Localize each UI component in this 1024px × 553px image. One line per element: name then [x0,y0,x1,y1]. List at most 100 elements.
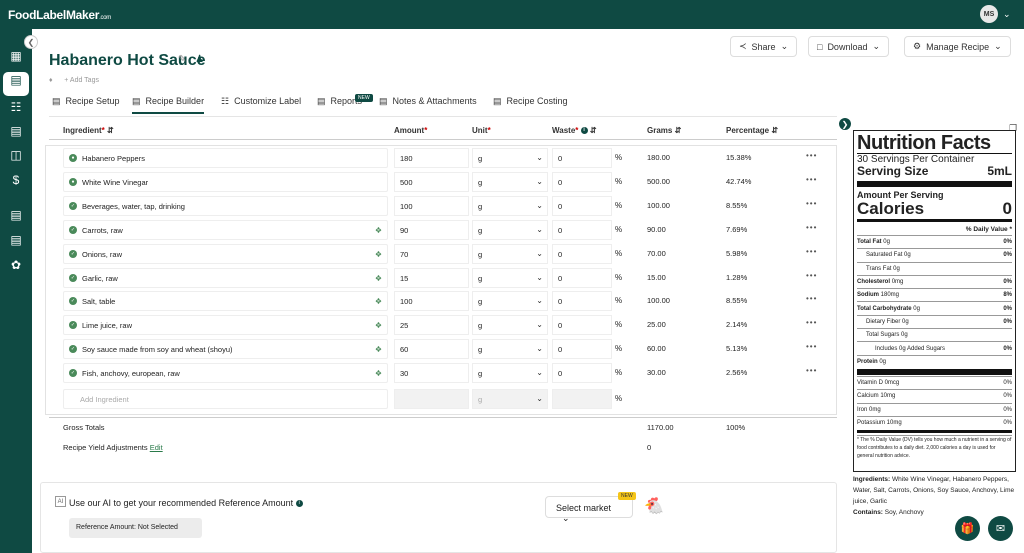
amount-input[interactable]: 90 [394,220,469,240]
download-button[interactable]: □ Download ⌄ [808,36,890,57]
unit-select[interactable]: g ⌄ [472,196,548,216]
amount-input[interactable]: 15 [394,268,469,288]
waste-input[interactable]: 0 [552,363,612,383]
unit-select[interactable]: g ⌄ [472,339,548,359]
ingredient-name: Onions, raw [82,249,123,259]
waste-input[interactable]: 0 [552,315,612,335]
tag-icon[interactable]: ❖ [375,274,382,283]
more-options-icon[interactable]: ••• [806,199,817,208]
more-options-icon[interactable]: ••• [806,223,817,232]
ingredient-name-field[interactable]: ✓ Onions, raw ❖ [63,244,388,264]
tag-icon[interactable]: ❖ [375,345,382,354]
dashboard-icon[interactable]: ▦ [8,48,24,64]
recipe-icon[interactable]: ▤ [3,72,29,96]
amount-input[interactable]: 25 [394,315,469,335]
ingredient-name-field[interactable]: ✓ Soy sauce made from soy and wheat (shoy… [63,339,388,359]
tag-icon[interactable]: ❖ [375,250,382,259]
tag-icon[interactable]: ❖ [375,321,382,330]
unit-select[interactable]: g ⌄ [472,268,548,288]
edit-icon[interactable]: ✎ [178,54,186,65]
waste-input[interactable]: 0 [552,148,612,168]
expand-panel-button[interactable]: ❯ [839,118,851,130]
ingredient-name: Soy sauce made from soy and wheat (shoyu… [82,344,233,354]
col-waste: Waste* i ⇵ [552,126,597,135]
amount-input[interactable]: 60 [394,339,469,359]
waste-input[interactable]: 0 [552,268,612,288]
col-grams[interactable]: Grams ⇵ [647,126,681,135]
unit-select[interactable]: g ⌄ [472,315,548,335]
waste-input[interactable]: 0 [552,196,612,216]
yield-edit-link[interactable]: Edit [150,443,163,452]
tag-icon[interactable]: ❖ [375,226,382,235]
more-options-icon[interactable]: ••• [806,294,817,303]
calendar-icon[interactable]: ☷ [8,99,24,115]
unit-select[interactable]: g ⌄ [472,172,548,192]
gift-button[interactable]: 🎁 [955,516,980,541]
info-icon[interactable]: i [295,500,303,508]
ingredient-name-field[interactable]: ✓ Garlic, raw ❖ [63,268,388,288]
waste-input[interactable]: 0 [552,291,612,311]
amount-input[interactable]: 30 [394,363,469,383]
amount-input[interactable]: 70 [394,244,469,264]
people-icon[interactable]: ♟ [195,54,204,65]
logo[interactable]: FoodLabelMaker.com [8,8,111,22]
grams-value: 100.00 [647,201,670,210]
ingredient-name-field[interactable]: ✓ Salt, table ❖ [63,291,388,311]
ingredient-search-input[interactable]: Add Ingredient [63,389,388,409]
amount-input[interactable]: 100 [394,196,469,216]
ingredient-name-field[interactable]: ✓ Lime juice, raw ❖ [63,315,388,335]
avatar[interactable]: MS [980,5,998,23]
more-options-icon[interactable]: ••• [806,247,817,256]
ingredient-name-field[interactable]: ✓ Fish, anchovy, european, raw ❖ [63,363,388,383]
amount-input[interactable]: 100 [394,291,469,311]
nf-vitamin-row: Calcium 10mg 0% [857,389,1012,402]
tag-icon[interactable]: ❖ [375,369,382,378]
nf-vitamin-row: Iron 0mg 0% [857,402,1012,416]
waste-input[interactable]: 0 [552,220,612,240]
collapse-sidebar-button[interactable]: ❮ [24,35,38,49]
manage-recipe-button[interactable]: ⚙ Manage Recipe ⌄ [904,36,1011,57]
tab-recipe-costing[interactable]: ▤ Recipe Costing [493,96,568,107]
waste-input[interactable]: 0 [552,172,612,192]
nf-rule-medium [857,430,1012,434]
nf-row: Sodium 180mg 8% [857,288,1012,301]
tab-recipe-builder[interactable]: ▤ Recipe Builder [132,96,205,114]
ingredient-name-field[interactable]: ✓ Beverages, water, tap, drinking [63,196,388,216]
unit-select[interactable]: g ⌄ [472,148,548,168]
more-options-icon[interactable]: ••• [806,366,817,375]
new-unit-select[interactable]: g ⌄ [472,389,548,409]
tab-customize-label[interactable]: ☷ Customize Label [221,96,301,107]
col-percentage[interactable]: Percentage ⇵ [726,126,778,135]
ingredient-name-field[interactable]: ● White Wine Vinegar [63,172,388,192]
more-options-icon[interactable]: ••• [806,151,817,160]
more-options-icon[interactable]: ••• [806,318,817,327]
document-icon[interactable]: ▤ [8,123,24,139]
tab-recipe-setup[interactable]: ▤ Recipe Setup [52,96,120,107]
unit-select[interactable]: g ⌄ [472,363,548,383]
more-options-icon[interactable]: ••• [806,271,817,280]
chevron-down-icon[interactable]: ⌄ [1003,9,1011,20]
ingredient-name-field[interactable]: ✓ Carrots, raw ❖ [63,220,388,240]
tag-icon[interactable]: ❖ [375,297,382,306]
chat-button[interactable]: ✉ [988,516,1013,541]
more-options-icon[interactable]: ••• [806,175,817,184]
unit-select[interactable]: g ⌄ [472,220,548,240]
ingredient-name-field[interactable]: ● Habanero Peppers [63,148,388,168]
col-ingredient[interactable]: Ingredient* ⇵ [63,126,114,135]
new-waste-input[interactable] [552,389,612,409]
nf-dv-header: % Daily Value * [965,226,1012,233]
unit-select[interactable]: g ⌄ [472,244,548,264]
new-amount-input[interactable] [394,389,469,409]
waste-input[interactable]: 0 [552,339,612,359]
add-tags[interactable]: ♦ + Add Tags [49,77,99,84]
amount-input[interactable]: 180 [394,148,469,168]
tab-notes-attachments[interactable]: ▤ Notes & Attachments [379,96,477,107]
nf-calories: Calories 0 [857,199,1012,218]
more-options-icon[interactable]: ••• [806,342,817,351]
share-button[interactable]: ≺ Share ⌄ [730,36,798,57]
totals-divider [49,417,837,418]
unit-select[interactable]: g ⌄ [472,291,548,311]
amount-input[interactable]: 500 [394,172,469,192]
info-icon[interactable]: i [580,127,588,135]
waste-input[interactable]: 0 [552,244,612,264]
